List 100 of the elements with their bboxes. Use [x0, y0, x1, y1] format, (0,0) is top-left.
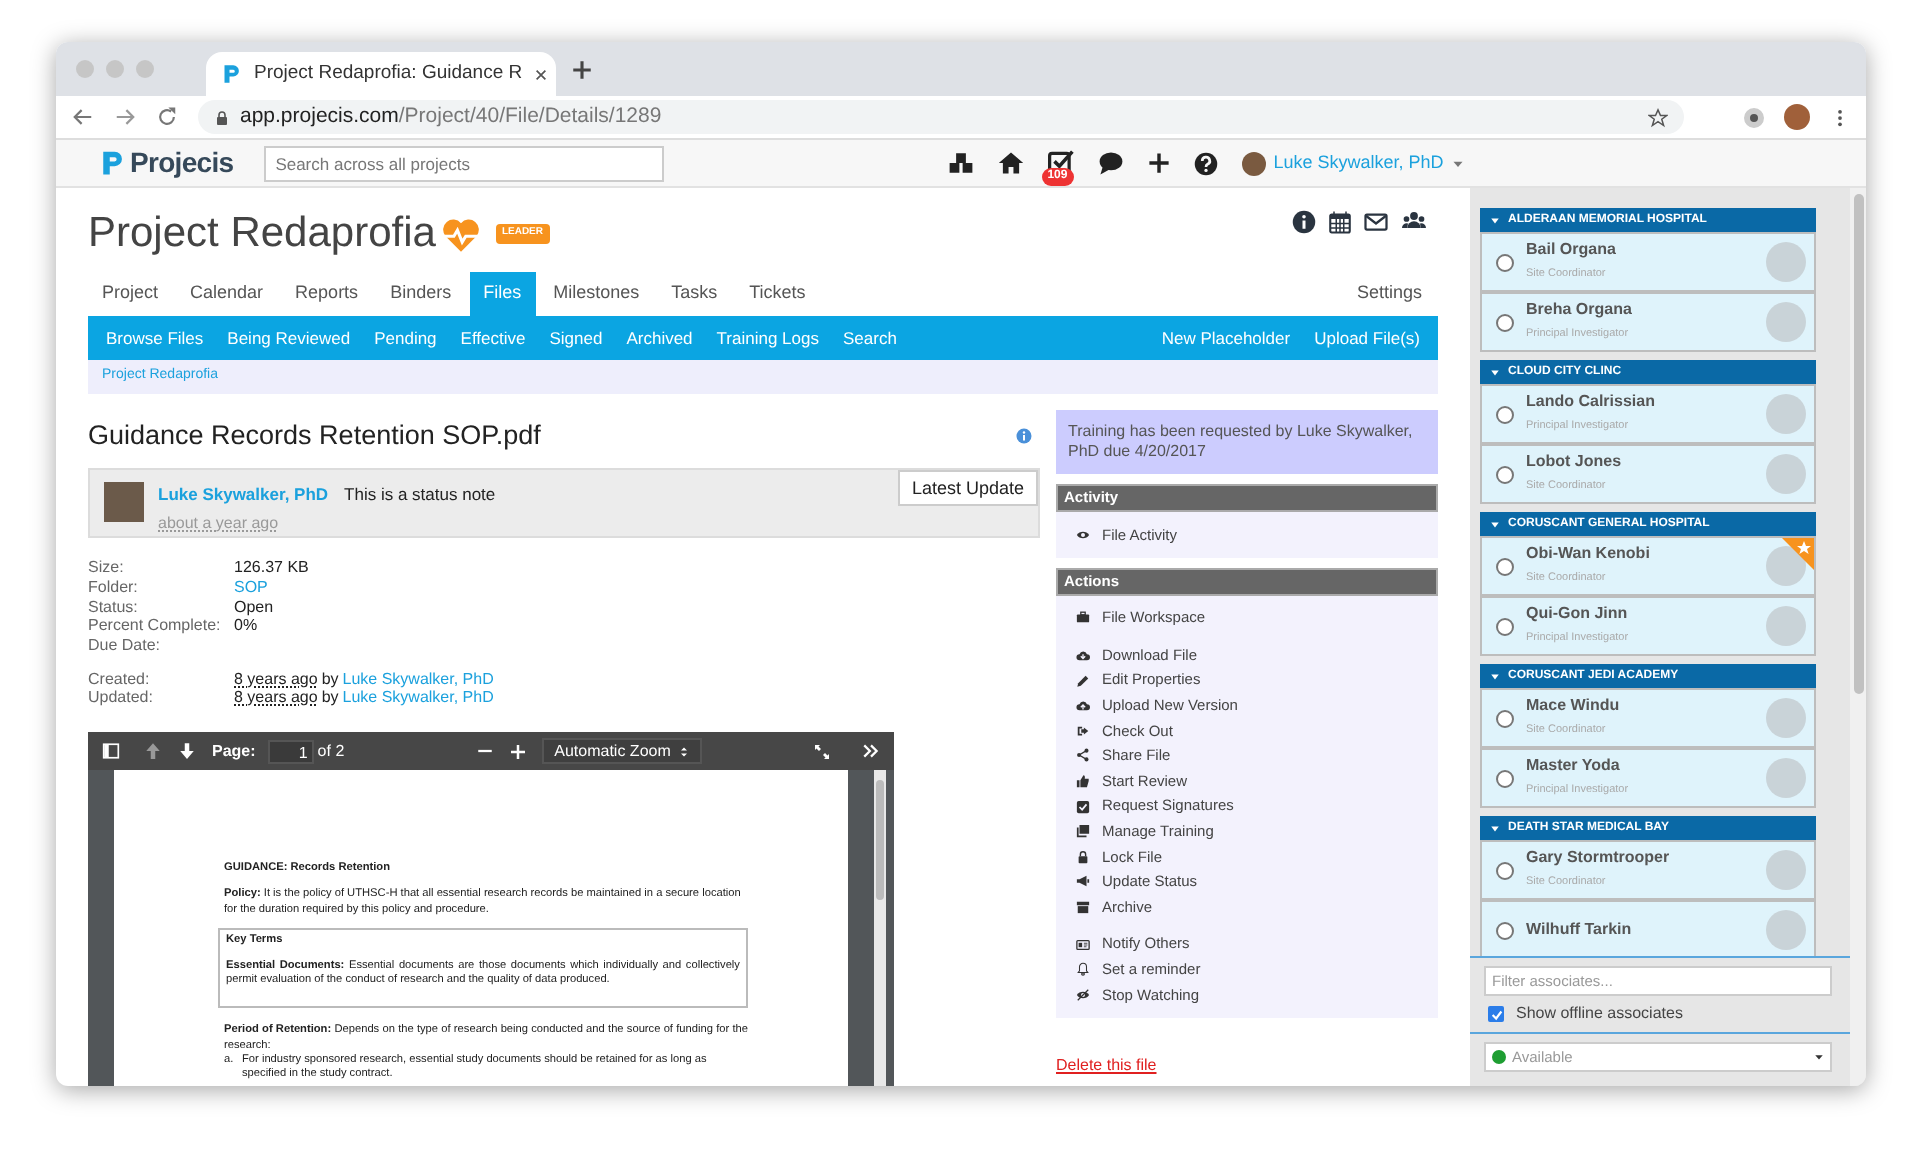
caret-down-icon [1490, 367, 1500, 377]
caret-icon [1451, 157, 1464, 169]
radio-button[interactable] [1496, 465, 1514, 483]
nav-tab[interactable]: Binders [376, 272, 466, 316]
associate-name: Wilhuff Tarkin [1526, 920, 1634, 940]
browser-tab[interactable]: Project Redaprofia: Guidance R [206, 52, 556, 96]
radio-button[interactable] [1496, 253, 1514, 271]
sidebar-toggle-icon[interactable] [102, 742, 120, 761]
scrollbar[interactable] [1850, 188, 1866, 1086]
tab-title: Project Redaprofia: Guidance R [254, 59, 523, 88]
address-bar[interactable]: app.projecis.com/Project/40/File/Details/1289 [198, 100, 1684, 134]
heart-pulse-icon [441, 215, 480, 253]
caret-down-icon [1490, 215, 1500, 225]
sign-out-icon [1076, 723, 1090, 738]
radio-button[interactable] [1496, 709, 1514, 727]
radio-button[interactable] [1496, 405, 1514, 423]
logo-icon [222, 64, 242, 84]
avatar-placeholder [1766, 910, 1806, 950]
checkbox-icon [1076, 799, 1090, 814]
users-icon[interactable] [1400, 210, 1428, 234]
avatar-placeholder [1766, 698, 1806, 738]
timestamp: 8 years ago [234, 669, 318, 689]
page-label: Page: [212, 739, 256, 764]
books-icon [1076, 824, 1090, 839]
back-icon[interactable] [72, 106, 94, 128]
radio-button[interactable] [1496, 861, 1514, 879]
chevron-right-icon[interactable] [862, 742, 880, 761]
home-icon[interactable] [997, 150, 1024, 176]
associate-card[interactable]: Wilhuff Tarkin [1480, 900, 1816, 956]
app-logo[interactable]: Projecis [100, 142, 234, 184]
avatar-placeholder [1241, 151, 1266, 175]
avatar-placeholder [1766, 546, 1806, 586]
avatar-placeholder [1766, 454, 1806, 494]
pencil-icon [1076, 673, 1090, 688]
radio-button[interactable] [1496, 557, 1514, 575]
nav-tab[interactable]: Milestones [539, 272, 654, 316]
notice-banner: Training has been requested by Luke Skywalker, PhD due 4/20/2017 [1056, 410, 1438, 474]
nav-tab[interactable]: Calendar [176, 272, 278, 316]
associate-name: Breha Organa [1526, 300, 1634, 321]
associate-name: Master Yoda [1526, 756, 1622, 777]
cubes-icon[interactable] [947, 150, 974, 176]
zoom-select[interactable]: Automatic Zoom [542, 738, 703, 765]
scrollbar[interactable] [874, 770, 886, 1086]
info-icon[interactable] [1292, 210, 1316, 234]
timestamp: about a year ago [158, 512, 281, 536]
radio-button[interactable] [1496, 617, 1514, 635]
up-arrow-icon[interactable] [144, 742, 162, 761]
star-icon[interactable] [1648, 107, 1668, 127]
briefcase-icon [1076, 610, 1090, 625]
settings-link[interactable]: Settings [1340, 272, 1438, 316]
mail-icon[interactable] [1364, 210, 1388, 234]
plus-icon[interactable] [1147, 152, 1170, 174]
nav-tab[interactable]: Project [88, 272, 173, 316]
associate-name: Lando Calrissian [1526, 392, 1657, 413]
latest-update-button[interactable]: Latest Update [897, 470, 1038, 507]
associate-name: Bail Organa [1526, 240, 1618, 261]
reload-icon[interactable] [156, 106, 178, 128]
delete-link[interactable]: Delete this file [1056, 1055, 1157, 1073]
page-count: of 2 [317, 739, 345, 764]
lock-icon [1076, 849, 1090, 864]
calendar-icon[interactable] [1328, 210, 1352, 234]
field-text: by [321, 669, 339, 689]
nav-tab[interactable]: Tickets [735, 272, 820, 316]
chat-icon[interactable] [1097, 150, 1124, 176]
nav-tab[interactable]: Tasks [657, 272, 732, 316]
caret-icon [1814, 1052, 1824, 1062]
forward-icon[interactable] [114, 106, 136, 128]
id-card-icon [1076, 937, 1090, 952]
logo-icon [100, 150, 126, 176]
associate-name: Lobot Jones [1526, 452, 1624, 473]
search-field[interactable]: Search across all projects [263, 145, 664, 181]
new-tab-icon[interactable] [572, 59, 592, 79]
fullscreen-icon[interactable] [814, 743, 830, 760]
lock-icon [214, 109, 230, 125]
avatar-placeholder [1766, 606, 1806, 646]
radio-button[interactable] [1496, 921, 1514, 939]
avatar-placeholder [1766, 850, 1806, 890]
down-arrow-icon[interactable] [178, 742, 196, 761]
close-icon[interactable] [534, 67, 549, 81]
radio-button[interactable] [1496, 313, 1514, 331]
avatar-placeholder [1766, 242, 1806, 282]
page-number-field[interactable]: 1 [267, 739, 314, 764]
updown-icon [678, 745, 691, 758]
help-icon[interactable] [1193, 151, 1218, 175]
nav-tab[interactable]: Reports [281, 272, 373, 316]
url-text: app.projecis.com/Project/40/File/Details/1289 [240, 101, 664, 132]
field-value: 126.37 KB [234, 558, 311, 578]
bell-icon [1076, 962, 1090, 977]
field-label: Due Date: [88, 636, 163, 656]
photo-placeholder [104, 482, 144, 523]
field-label: Percent Complete: [88, 616, 223, 637]
extension-icon[interactable] [1744, 107, 1764, 127]
checkbox[interactable] [1488, 1006, 1504, 1022]
timestamp: 8 years ago [234, 688, 318, 709]
avatar-icon[interactable] [1784, 104, 1810, 130]
field-label: Status: [88, 597, 140, 617]
associate-name: Mace Windu [1526, 696, 1622, 717]
radio-button[interactable] [1496, 769, 1514, 787]
zoom-in-icon[interactable] [510, 743, 527, 760]
avatar-placeholder [1766, 394, 1806, 434]
